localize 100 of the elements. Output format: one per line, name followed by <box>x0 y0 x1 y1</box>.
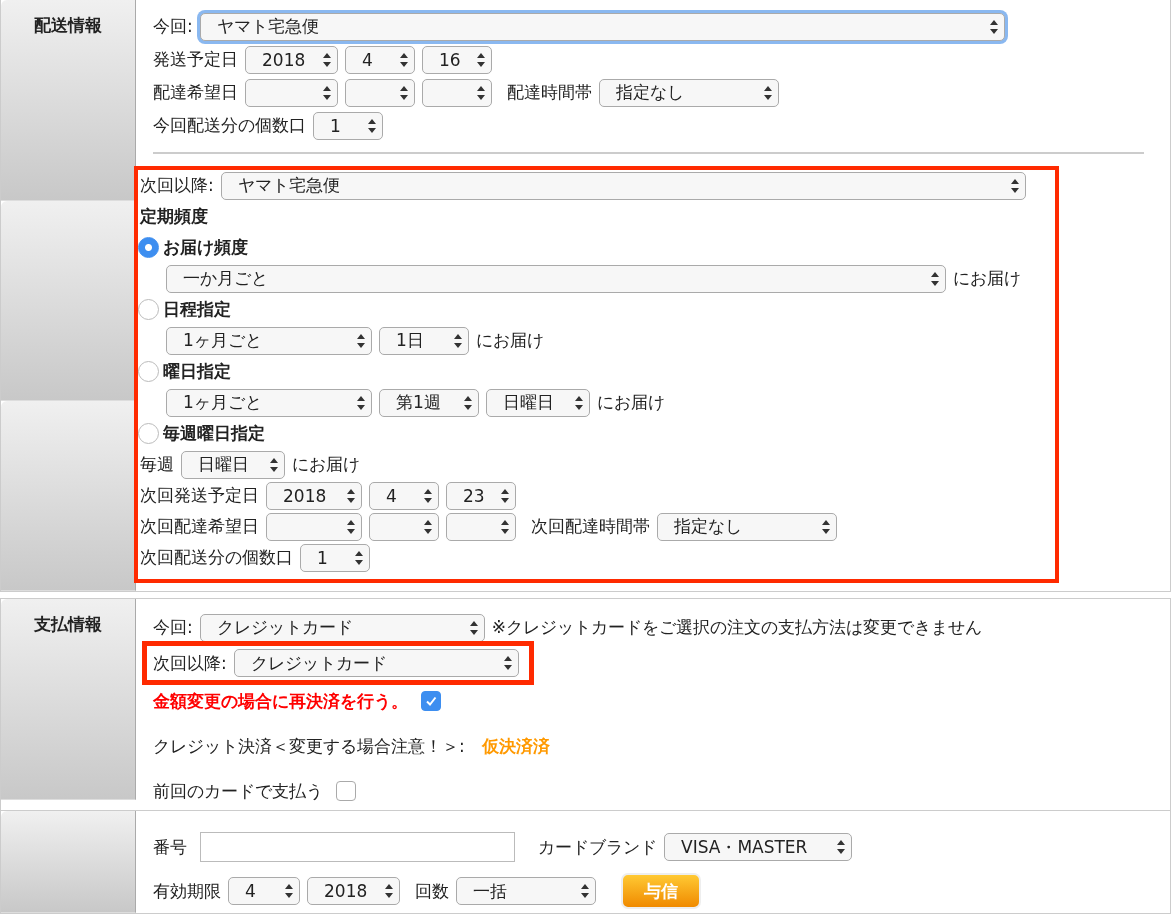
field-label: にお届け <box>597 391 665 414</box>
dropdown[interactable]: 4 <box>345 45 415 74</box>
field-label: 配達希望日 <box>153 81 238 104</box>
updown-arrows-icon <box>454 333 462 348</box>
updown-arrows-icon <box>764 85 772 100</box>
field-label: 今回: <box>153 15 193 38</box>
updown-arrows-icon <box>503 656 512 670</box>
dropdown[interactable] <box>345 78 415 107</box>
checkmark-icon <box>424 694 438 708</box>
dropdown[interactable]: 一括 <box>456 877 596 905</box>
dropdown[interactable]: 1 <box>313 111 383 140</box>
field-label: にお届け <box>953 267 1021 290</box>
option-label: 毎週曜日指定 <box>163 422 265 445</box>
updown-arrows-icon <box>464 395 472 410</box>
dropdown[interactable]: 16 <box>422 45 492 74</box>
updown-arrows-icon <box>477 85 485 100</box>
radio-button[interactable] <box>138 237 159 258</box>
updown-arrows-icon <box>837 840 845 854</box>
updown-arrows-icon <box>575 395 583 410</box>
field-label: 今回: <box>153 616 193 639</box>
dropdown[interactable] <box>422 78 492 107</box>
dropdown[interactable] <box>245 78 338 107</box>
field-label: 次回発送予定日 <box>140 484 259 507</box>
dropdown[interactable]: 2018 <box>245 45 338 74</box>
dropdown[interactable]: 2018 <box>266 481 362 510</box>
updown-arrows-icon <box>989 19 998 34</box>
updown-arrows-icon <box>501 488 509 503</box>
section-title: 支払情報 <box>34 614 102 634</box>
dropdown[interactable]: 1ヶ月ごと <box>166 326 372 355</box>
field-label: 有効期限 <box>153 879 221 903</box>
dropdown[interactable] <box>446 512 516 541</box>
option-label: 日程指定 <box>163 298 231 321</box>
updown-arrows-icon <box>581 884 589 898</box>
dropdown[interactable]: 日曜日 <box>181 450 285 479</box>
updown-arrows-icon <box>477 52 485 67</box>
field-label: 今回配送分の個数口 <box>153 114 306 137</box>
dropdown[interactable] <box>369 512 439 541</box>
checkbox[interactable] <box>421 691 441 711</box>
notice-text: ※クレジットカードをご選択の注文の支払方法は変更できません <box>491 616 982 639</box>
dropdown[interactable]: 第1週 <box>379 388 479 417</box>
updown-arrows-icon <box>323 85 331 100</box>
updown-arrows-icon <box>424 519 432 534</box>
updown-arrows-icon <box>357 333 365 348</box>
radio-button[interactable] <box>138 423 159 444</box>
input-field[interactable] <box>200 832 515 862</box>
dropdown[interactable]: 2018 <box>307 877 400 905</box>
updown-arrows-icon <box>931 271 939 286</box>
updown-arrows-icon <box>357 395 365 410</box>
updown-arrows-icon <box>285 884 293 898</box>
field-label: 次回以降: <box>140 174 214 197</box>
updown-arrows-icon <box>385 884 393 898</box>
updown-arrows-icon <box>501 519 509 534</box>
field-label: 次回配送分の個数口 <box>140 546 293 569</box>
dropdown[interactable]: 指定なし <box>599 78 779 107</box>
field-label: 配達時間帯 <box>507 81 592 104</box>
dropdown[interactable]: ヤマト宅急便 <box>199 12 1005 41</box>
updown-arrows-icon <box>424 488 432 503</box>
radio-button[interactable] <box>138 299 159 320</box>
field-label: カードブランド <box>538 835 657 859</box>
field-label: 前回のカードで支払う <box>153 779 323 803</box>
warning-text: 金額変更の場合に再決済を行う。 <box>153 689 408 713</box>
dropdown[interactable]: 日曜日 <box>486 388 590 417</box>
checkbox[interactable] <box>336 781 356 801</box>
updown-arrows-icon <box>347 519 355 534</box>
dropdown[interactable]: クレジットカード <box>233 649 519 677</box>
field-label: 回数 <box>415 879 449 903</box>
dropdown[interactable]: 一か月ごと <box>166 264 946 293</box>
updown-arrows-icon <box>1010 178 1019 193</box>
dropdown[interactable]: 4 <box>369 481 439 510</box>
option-label: 曜日指定 <box>163 360 231 383</box>
field-label: クレジット決済＜変更する場合注意！＞: <box>153 734 465 758</box>
dropdown[interactable]: VISA・MASTER <box>664 833 852 861</box>
dropdown[interactable]: 1日 <box>379 326 469 355</box>
field-label: 次回以降: <box>153 651 227 675</box>
field-label: 次回配達希望日 <box>140 515 259 538</box>
option-label: お届け頻度 <box>163 236 248 259</box>
updown-arrows-icon <box>323 52 331 67</box>
section-label: 定期頻度 <box>140 205 208 228</box>
updown-arrows-icon <box>368 118 376 133</box>
field-label: 次回配達時間帯 <box>531 515 650 538</box>
updown-arrows-icon <box>469 620 478 635</box>
dropdown[interactable]: 指定なし <box>657 512 837 541</box>
updown-arrows-icon <box>270 457 278 472</box>
updown-arrows-icon <box>400 52 408 67</box>
dropdown[interactable]: 1 <box>300 543 370 572</box>
dropdown[interactable]: 23 <box>446 481 516 510</box>
dropdown[interactable]: 1ヶ月ごと <box>166 388 372 417</box>
field-label: 番号 <box>153 835 187 859</box>
dropdown[interactable] <box>266 512 362 541</box>
updown-arrows-icon <box>400 85 408 100</box>
updown-arrows-icon <box>347 488 355 503</box>
updown-arrows-icon <box>822 519 830 534</box>
updown-arrows-icon <box>355 550 363 565</box>
field-label: にお届け <box>476 329 544 352</box>
field-label: 毎週 <box>140 453 174 476</box>
dropdown[interactable]: ヤマト宅急便 <box>220 171 1026 200</box>
dropdown[interactable]: クレジットカード <box>199 613 485 642</box>
radio-button[interactable] <box>138 361 159 382</box>
field-label: にお届け <box>292 453 360 476</box>
dropdown[interactable]: 4 <box>228 877 300 905</box>
